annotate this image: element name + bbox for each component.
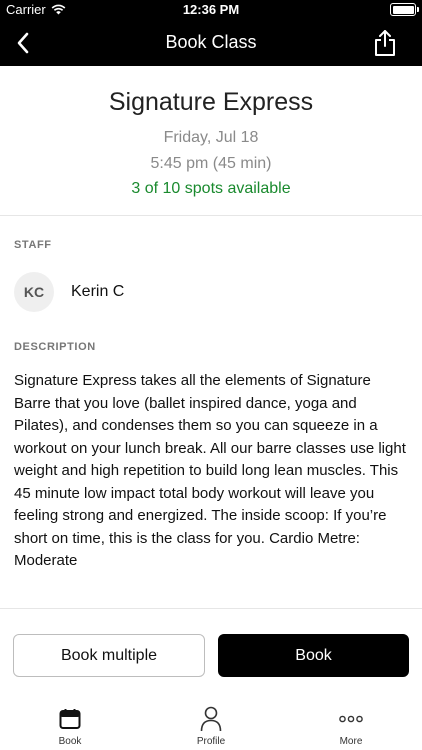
tab-profile-label: Profile [196, 736, 226, 747]
navigation-bar: Book Class [0, 20, 422, 66]
tab-bar: Book Profile More [0, 700, 422, 750]
tab-profile[interactable]: Profile [166, 706, 256, 747]
divider [0, 608, 422, 609]
spots-available: 3 of 10 spots available [131, 180, 291, 197]
calendar-icon [59, 709, 81, 729]
tab-more[interactable]: More [306, 706, 396, 747]
tab-book[interactable]: Book [25, 706, 115, 747]
share-icon [375, 30, 395, 56]
class-name: Signature Express [108, 88, 314, 116]
class-date: Friday, Jul 18 [163, 129, 259, 146]
book-multiple-button[interactable]: Book multiple [13, 634, 205, 677]
staff-row[interactable]: KC Kerin C [14, 272, 124, 312]
class-time: 5:45 pm (45 min) [150, 155, 272, 172]
avatar: KC [14, 272, 54, 312]
tab-book-label: Book [58, 736, 82, 747]
class-description: Signature Express takes all the elements… [14, 372, 406, 569]
share-button[interactable] [370, 28, 400, 58]
staff-section-label: STAFF [14, 239, 52, 251]
class-header: Signature Express Friday, Jul 18 5:45 pm… [0, 66, 422, 216]
page-title: Book Class [165, 32, 257, 52]
book-button[interactable]: Book [218, 634, 409, 677]
staff-name: Kerin C [71, 283, 125, 300]
ellipsis-icon [339, 715, 363, 723]
description-section-label: DESCRIPTION [14, 341, 96, 353]
tab-more-label: More [339, 736, 363, 747]
person-icon [200, 706, 222, 732]
status-bar: Carrier 12:36 PM [0, 0, 422, 20]
status-time: 12:36 PM [182, 2, 240, 17]
battery-icon [390, 3, 419, 16]
